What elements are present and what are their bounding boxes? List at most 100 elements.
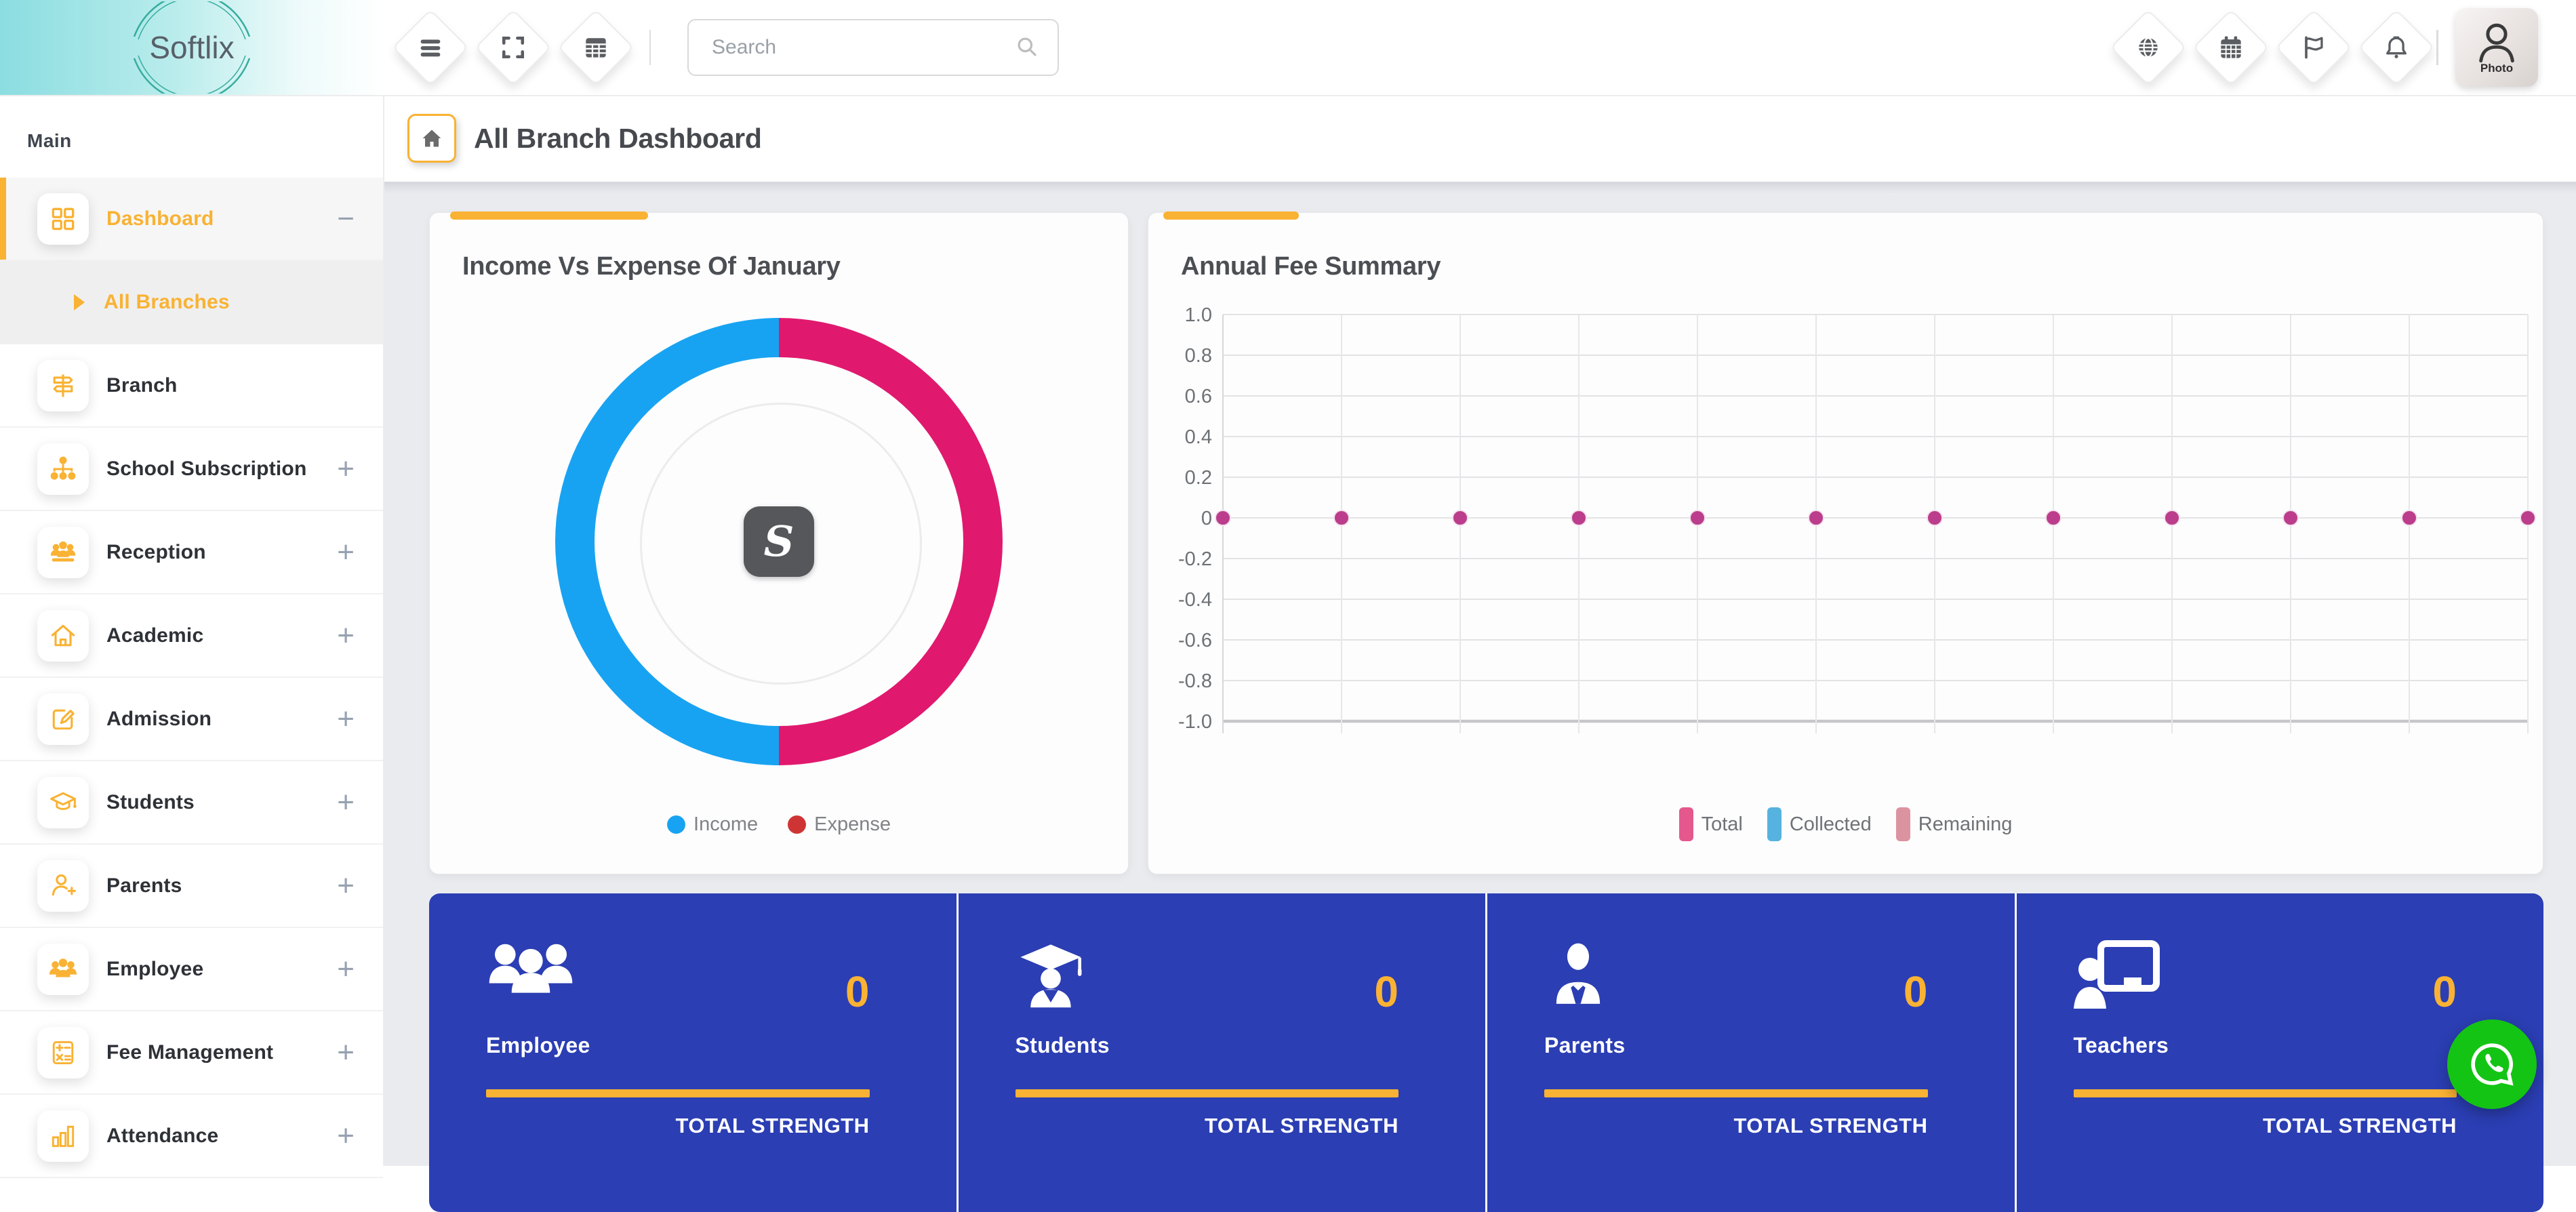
school-subscription-icon [37, 443, 89, 495]
home-icon [418, 125, 445, 151]
sidebar-nav: Main Dashboard − All Branches Branch Sch… [0, 95, 384, 1166]
stat-label: Students [1015, 1033, 1486, 1058]
expand-icon[interactable]: + [337, 454, 355, 484]
sidebar-item-branch[interactable]: Branch [0, 344, 383, 428]
svg-text:0.8: 0.8 [1185, 345, 1212, 367]
stat-card-employee[interactable]: 0 Employee TOTAL STRENGTH [429, 893, 957, 1212]
whatsapp-button[interactable] [2447, 1019, 2537, 1109]
legend-item-expense[interactable]: Expense [788, 813, 891, 836]
language-button[interactable] [2110, 9, 2186, 85]
user-avatar[interactable]: Photo [2455, 8, 2538, 87]
sidebar-item-label: School Subscription [106, 458, 306, 481]
stat-divider-bar [2074, 1089, 2457, 1097]
sidebar-item-label: Employee [106, 958, 203, 981]
parents-icon [37, 860, 89, 912]
sidebar-item-students[interactable]: Students + [0, 761, 383, 845]
legend-item-collected[interactable]: Collected [1767, 807, 1872, 841]
stat-footer-label: TOTAL STRENGTH [2074, 1114, 2457, 1138]
expand-icon[interactable]: + [337, 871, 355, 901]
stat-card-parents[interactable]: 0 Parents TOTAL STRENGTH [1485, 893, 2015, 1212]
svg-text:0.6: 0.6 [1185, 386, 1212, 407]
stat-footer-label: TOTAL STRENGTH [1544, 1114, 1928, 1138]
legend-label: Collected [1790, 813, 1872, 836]
report-flag-button[interactable] [2275, 9, 2352, 85]
annual-fee-title: Annual Fee Summary [1148, 213, 2543, 281]
apps-grid-button[interactable] [557, 9, 634, 85]
annual-fee-legend: Total Collected Remaining [1148, 807, 2543, 841]
svg-text:-0.4: -0.4 [1178, 589, 1212, 611]
menu-toggle-button[interactable] [392, 9, 468, 85]
expand-icon[interactable]: + [337, 621, 355, 651]
brand-name: Softlix [149, 30, 234, 65]
sidebar-item-all-branches[interactable]: All Branches [0, 261, 383, 344]
stat-footer-label: TOTAL STRENGTH [486, 1114, 870, 1138]
expand-icon[interactable]: + [337, 1121, 355, 1151]
admission-icon [37, 693, 89, 745]
page-title: All Branch Dashboard [474, 123, 762, 155]
sidebar-item-employee[interactable]: Employee + [0, 928, 383, 1011]
expand-icon[interactable]: + [337, 704, 355, 734]
search-input[interactable] [687, 19, 1059, 76]
hamburger-menu-icon [415, 32, 446, 63]
sidebar-item-academic[interactable]: Academic + [0, 594, 383, 678]
search-icon[interactable] [1013, 33, 1043, 62]
notifications-button[interactable] [2358, 9, 2434, 85]
stat-value: 0 [2432, 967, 2457, 1017]
sidebar-item-parents[interactable]: Parents + [0, 845, 383, 928]
sidebar-item-fee-management[interactable]: Fee Management + [0, 1011, 383, 1095]
stat-label: Parents [1544, 1033, 2015, 1058]
sidebar-section-label: Main [27, 130, 383, 152]
chart-grid: 1.00.80.60.40.20-0.2-0.4-0.6-0.8-1.0JanF… [1178, 304, 2543, 733]
top-header: Softlix [0, 0, 2576, 96]
annual-fee-chart[interactable]: 1.00.80.60.40.20-0.2-0.4-0.6-0.8-1.0JanF… [1148, 300, 2543, 733]
sidebar-item-label: Students [106, 791, 195, 814]
stat-footer-label: TOTAL STRENGTH [1015, 1114, 1399, 1138]
income-expense-title: Income Vs Expense Of January [430, 213, 1128, 281]
grid-table-icon [581, 33, 611, 62]
svg-text:-1.0: -1.0 [1178, 711, 1212, 733]
sidebar-item-admission[interactable]: Admission + [0, 678, 383, 761]
remaining-legend-marker [1896, 807, 1910, 841]
brand-logo[interactable]: Softlix [0, 0, 383, 95]
sidebar-item-dashboard[interactable]: Dashboard − [0, 178, 383, 261]
expand-icon[interactable]: + [337, 538, 355, 567]
calendar-button[interactable] [2192, 9, 2269, 85]
attendance-icon [37, 1110, 89, 1162]
collapse-icon[interactable]: − [337, 204, 355, 234]
globe-icon [2133, 33, 2163, 62]
home-button[interactable] [407, 114, 456, 163]
stat-card-students[interactable]: 0 Students TOTAL STRENGTH [957, 893, 1486, 1212]
annual-fee-card: Annual Fee Summary 1.00.80.60.40.20-0.2-… [1148, 212, 2543, 874]
sidebar-item-label: Dashboard [106, 207, 214, 230]
expand-icon[interactable]: + [337, 954, 355, 984]
card-accent [450, 211, 648, 220]
legend-item-remaining[interactable]: Remaining [1896, 807, 2013, 841]
svg-text:-0.8: -0.8 [1178, 670, 1212, 692]
whatsapp-icon [2466, 1038, 2518, 1091]
dashboard-icon [37, 193, 89, 245]
legend-item-income[interactable]: Income [667, 813, 758, 836]
employee-group-icon [486, 940, 957, 1015]
svg-text:-0.2: -0.2 [1178, 548, 1212, 570]
fullscreen-icon [498, 33, 528, 62]
income-legend-dot [667, 815, 685, 834]
header-divider [649, 30, 651, 65]
fee-management-icon [37, 1027, 89, 1078]
bell-icon [2381, 33, 2411, 62]
user-photo-icon [2473, 20, 2520, 64]
sidebar-item-label: Branch [106, 374, 178, 397]
svg-text:0: 0 [1201, 508, 1212, 529]
card-accent [1163, 211, 1299, 220]
legend-item-total[interactable]: Total [1679, 807, 1743, 841]
expand-icon[interactable]: + [337, 1038, 355, 1068]
income-expense-donut-chart[interactable]: S [555, 318, 1003, 765]
income-expense-card: Income Vs Expense Of January S Income Ex… [429, 212, 1129, 874]
sidebar-item-label: Academic [106, 624, 203, 647]
sidebar-item-school-subscription[interactable]: School Subscription + [0, 428, 383, 511]
sidebar-item-reception[interactable]: Reception + [0, 511, 383, 594]
expand-icon[interactable]: + [337, 788, 355, 817]
fullscreen-button[interactable] [475, 9, 551, 85]
photo-label: Photo [2480, 62, 2513, 75]
stat-value: 0 [845, 967, 870, 1017]
stat-value: 0 [1904, 967, 1928, 1017]
